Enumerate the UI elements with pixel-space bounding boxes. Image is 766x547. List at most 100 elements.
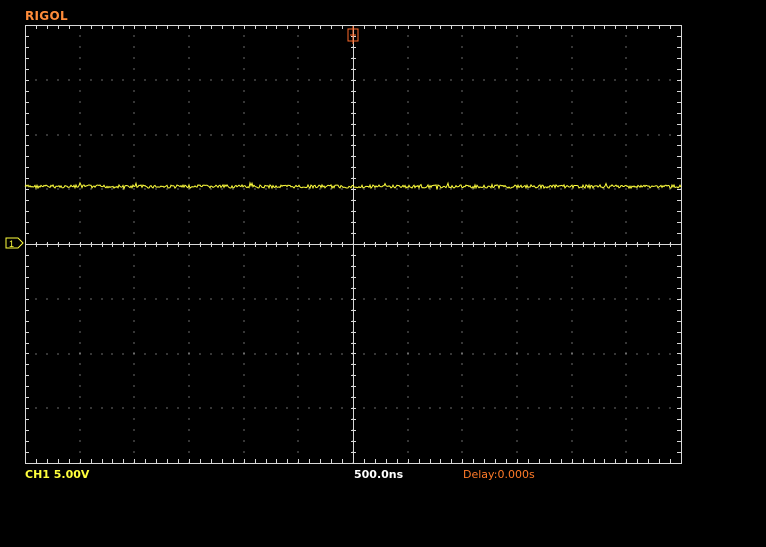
delay-readout: Delay:0.000s bbox=[463, 468, 535, 481]
grid-dot bbox=[243, 309, 245, 311]
grid-dot bbox=[549, 353, 551, 355]
grid-dot bbox=[133, 254, 135, 256]
grid-dot bbox=[472, 353, 474, 355]
grid-dot bbox=[243, 342, 245, 344]
grid-dot bbox=[308, 407, 310, 409]
grid-dot bbox=[286, 353, 288, 355]
grid-dot bbox=[243, 353, 245, 355]
grid-dot bbox=[133, 353, 135, 355]
grid-dot bbox=[111, 79, 113, 81]
grid-dot bbox=[79, 101, 81, 103]
grid-dot bbox=[133, 155, 135, 157]
grid-dot bbox=[636, 79, 638, 81]
grid-dot bbox=[461, 210, 463, 212]
grid-dot bbox=[275, 298, 277, 300]
grid-dot bbox=[210, 407, 212, 409]
grid-dot bbox=[166, 353, 168, 355]
grid-dot bbox=[505, 188, 507, 190]
grid-dot bbox=[79, 112, 81, 114]
grid-dot bbox=[297, 199, 299, 201]
grid-dot bbox=[101, 407, 103, 409]
grid-dot bbox=[330, 188, 332, 190]
grid-dot bbox=[461, 276, 463, 278]
grid-dot bbox=[429, 134, 431, 136]
grid-dot bbox=[188, 407, 190, 409]
grid-dot bbox=[199, 353, 201, 355]
grid-dot bbox=[625, 418, 627, 420]
grid-dot bbox=[210, 298, 212, 300]
grid-dot bbox=[625, 407, 627, 409]
grid-dot bbox=[243, 90, 245, 92]
grid-dot bbox=[461, 407, 463, 409]
grid-dot bbox=[439, 188, 441, 190]
grid-dot bbox=[232, 298, 234, 300]
grid-dot bbox=[625, 123, 627, 125]
grid-dot bbox=[614, 407, 616, 409]
grid-dot bbox=[461, 46, 463, 48]
grid-dot bbox=[658, 407, 660, 409]
grid-dot bbox=[133, 309, 135, 311]
grid-dot bbox=[407, 134, 409, 136]
grid-dot bbox=[133, 374, 135, 376]
markers: 1 bbox=[5, 26, 359, 249]
grid-dot bbox=[199, 407, 201, 409]
grid-dot bbox=[625, 155, 627, 157]
grid-dot bbox=[418, 79, 420, 81]
grid-dot bbox=[658, 298, 660, 300]
grid-dot bbox=[243, 352, 245, 354]
grid-dot bbox=[79, 309, 81, 311]
grid-dot bbox=[101, 353, 103, 355]
grid-dot bbox=[516, 353, 518, 355]
grid-dot bbox=[625, 451, 627, 453]
grid-dot bbox=[472, 407, 474, 409]
grid-dot bbox=[461, 144, 463, 146]
grid-dot bbox=[669, 353, 671, 355]
grid-dot bbox=[461, 320, 463, 322]
grid-dot bbox=[297, 287, 299, 289]
grid-dot bbox=[571, 177, 573, 179]
grid-dot bbox=[243, 298, 245, 300]
grid-dot bbox=[79, 342, 81, 344]
grid-dot bbox=[79, 144, 81, 146]
grid-dot bbox=[407, 35, 409, 37]
grid-dot bbox=[308, 188, 310, 190]
grid-dot bbox=[79, 287, 81, 289]
grid-dot bbox=[188, 363, 190, 365]
grid-dot bbox=[297, 46, 299, 48]
grid-dot bbox=[188, 112, 190, 114]
grid-dot bbox=[407, 79, 409, 81]
grid-dot bbox=[461, 90, 463, 92]
grid-dot bbox=[636, 407, 638, 409]
grid-dot bbox=[79, 123, 81, 125]
grid-dot bbox=[297, 123, 299, 125]
grid-dot bbox=[505, 79, 507, 81]
grid-dot bbox=[79, 254, 81, 256]
grid-dot bbox=[275, 353, 277, 355]
grid-dot bbox=[374, 407, 376, 409]
grid-dot bbox=[188, 79, 190, 81]
grid-dot bbox=[461, 265, 463, 267]
grid-dot bbox=[297, 221, 299, 223]
grid-dot bbox=[625, 320, 627, 322]
grid-dot bbox=[188, 177, 190, 179]
grid-dot bbox=[297, 342, 299, 344]
grid-dot bbox=[636, 188, 638, 190]
grid-dot bbox=[111, 298, 113, 300]
grid-dot bbox=[516, 123, 518, 125]
grid-dot bbox=[363, 407, 365, 409]
grid-dot bbox=[669, 134, 671, 136]
grid-dot bbox=[297, 101, 299, 103]
grid-dot bbox=[407, 68, 409, 70]
grid-dot bbox=[133, 429, 135, 431]
grid-dot bbox=[582, 134, 584, 136]
grid-dot bbox=[363, 79, 365, 81]
grid-dot bbox=[439, 353, 441, 355]
grid-dot bbox=[658, 353, 660, 355]
grid-dot bbox=[210, 188, 212, 190]
grid-dot bbox=[549, 79, 551, 81]
grid-dot bbox=[494, 298, 496, 300]
grid-dot bbox=[297, 57, 299, 59]
grid-dot bbox=[407, 309, 409, 311]
grid-dot bbox=[243, 451, 245, 453]
grid-dot bbox=[232, 188, 234, 190]
